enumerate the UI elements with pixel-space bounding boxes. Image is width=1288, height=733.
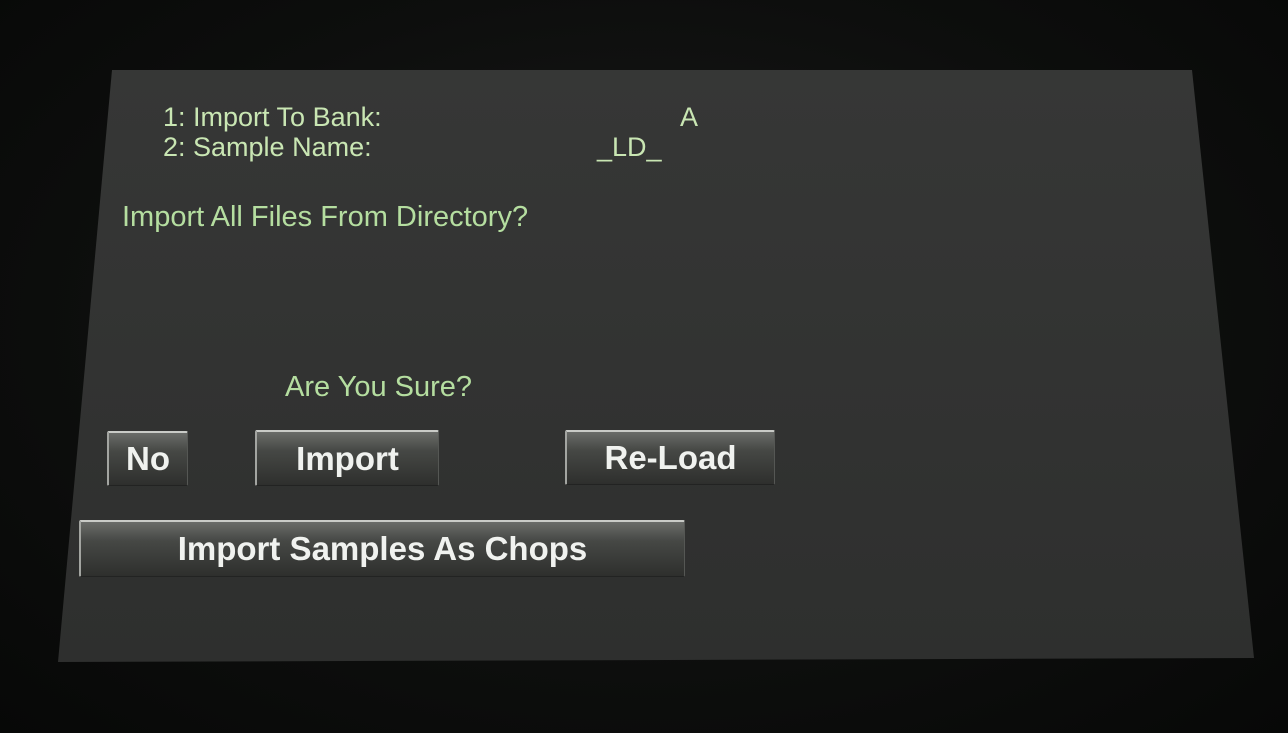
reload-button[interactable]: Re-Load [565,430,775,485]
no-button[interactable]: No [107,431,188,486]
confirm-prompt: Are You Sure? [285,371,473,403]
import-button[interactable]: Import [255,430,439,486]
param-import-bank-value[interactable]: A [680,104,698,131]
dialog-question: Import All Files From Directory? [122,201,529,233]
param-sample-name-value[interactable]: _LD_ [597,134,662,161]
param-sample-name-label: 2: Sample Name: [163,132,372,162]
import-chops-button[interactable]: Import Samples As Chops [79,520,685,577]
param-import-bank-label: 1: Import To Bank: [163,102,382,132]
